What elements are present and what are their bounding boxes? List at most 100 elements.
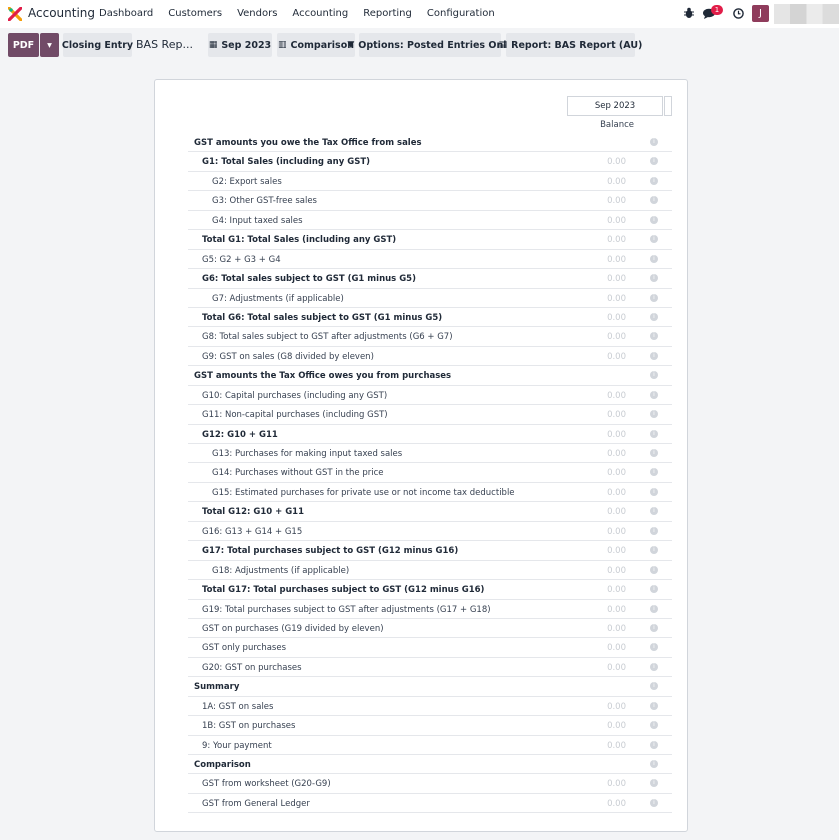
report-line-row[interactable]: G17: Total purchases subject to GST (G12… [188,541,672,561]
info-icon[interactable]: i [650,623,658,632]
menu-item-customers[interactable]: Customers [168,8,222,19]
report-line-row[interactable]: G12: G10 + G11 0.00 i [188,425,672,444]
info-icon[interactable]: i [650,604,658,613]
report-line-row[interactable]: Total G6: Total sales subject to GST (G1… [188,308,672,328]
info-icon[interactable]: i [650,196,658,205]
line-label[interactable]: G6: Total sales subject to GST (G1 minus… [202,274,416,284]
info-icon[interactable]: i [650,274,658,283]
report-line-row[interactable]: Total G12: G10 + G11 0.00 i [188,502,672,522]
report-line-row[interactable]: G13: Purchases for making input taxed sa… [188,444,672,464]
report-line-row[interactable]: G4: Input taxed sales 0.00 i [188,211,672,231]
line-label[interactable]: G2: Export sales [212,177,282,187]
line-balance[interactable]: 0.00 [607,741,626,751]
info-icon[interactable]: i [650,662,658,671]
line-label[interactable]: G11: Non-capital purchases (including GS… [202,410,388,420]
info-icon[interactable]: i [650,487,658,496]
report-line-row[interactable]: G3: Other GST-free sales 0.00 i [188,191,672,211]
line-label[interactable]: Total G12: G10 + G11 [202,507,304,517]
info-icon[interactable]: i [650,682,658,691]
line-label[interactable]: G7: Adjustments (if applicable) [212,294,344,304]
info-icon[interactable]: i [650,585,658,594]
line-balance[interactable]: 0.00 [607,488,626,498]
line-label[interactable]: G19: Total purchases subject to GST afte… [202,605,491,615]
date-filter-button[interactable]: ▦ Sep 2023 [208,33,272,57]
info-icon[interactable]: i [650,138,658,146]
info-icon[interactable]: i [650,779,658,788]
line-label[interactable]: G1: Total Sales (including any GST) [202,157,370,167]
app-logo-icon[interactable] [8,7,22,21]
report-selector-button[interactable]: ▤ Report: BAS Report (AU) [499,33,642,57]
line-label[interactable]: G20: GST on purchases [202,663,302,673]
report-line-row[interactable]: 9: Your payment 0.00 i [188,736,672,755]
line-label[interactable]: Total G1: Total Sales (including any GST… [202,235,396,245]
line-label[interactable]: G14: Purchases without GST in the price [212,468,384,478]
info-icon[interactable]: i [650,371,658,380]
line-label[interactable]: 1B: GST on purchases [202,721,295,731]
report-section-row[interactable]: GST amounts you owe the Tax Office from … [188,133,672,153]
line-balance[interactable]: 0.00 [607,799,626,809]
comparison-button[interactable]: ▥ Comparison [277,33,355,57]
line-balance[interactable]: 0.00 [607,157,626,167]
line-balance[interactable]: 0.00 [607,605,626,615]
report-line-row[interactable]: G19: Total purchases subject to GST afte… [188,600,672,619]
info-icon[interactable]: i [650,701,658,710]
line-balance[interactable]: 0.00 [607,391,626,401]
line-balance[interactable]: 0.00 [607,430,626,440]
info-icon[interactable]: i [650,429,658,438]
line-label[interactable]: G8: Total sales subject to GST after adj… [202,332,453,342]
line-label[interactable]: G10: Capital purchases (including any GS… [202,391,387,401]
bug-icon[interactable] [684,7,694,19]
line-balance[interactable]: 0.00 [607,546,626,556]
report-line-row[interactable]: G7: Adjustments (if applicable) 0.00 i [188,289,672,308]
menu-item-accounting[interactable]: Accounting [292,8,348,19]
line-label[interactable]: G5: G2 + G3 + G4 [202,255,281,265]
info-icon[interactable]: i [650,798,658,807]
line-balance[interactable]: 0.00 [607,702,626,712]
info-icon[interactable]: i [650,740,658,749]
line-label[interactable]: GST amounts the Tax Office owes you from… [194,371,451,381]
report-line-row[interactable]: GST from worksheet (G20-G9) 0.00 i [188,774,672,794]
report-line-row[interactable]: G18: Adjustments (if applicable) 0.00 i [188,561,672,581]
menu-item-configuration[interactable]: Configuration [427,8,495,19]
info-icon[interactable]: i [650,721,658,730]
line-balance[interactable]: 0.00 [607,352,626,362]
line-balance[interactable]: 0.00 [607,449,626,459]
pdf-button[interactable]: PDF [8,33,39,57]
info-icon[interactable]: i [650,643,658,652]
report-line-row[interactable]: G14: Purchases without GST in the price 0… [188,463,672,483]
report-section-row[interactable]: GST amounts the Tax Office owes you from… [188,366,672,386]
report-line-row[interactable]: G8: Total sales subject to GST after adj… [188,327,672,347]
line-balance[interactable]: 0.00 [607,624,626,634]
info-icon[interactable]: i [650,390,658,399]
line-balance[interactable]: 0.00 [607,507,626,517]
report-line-row[interactable]: G5: G2 + G3 + G4 0.00 i [188,250,672,270]
line-balance[interactable]: 0.00 [607,643,626,653]
line-balance[interactable]: 0.00 [607,468,626,478]
line-label[interactable]: G12: G10 + G11 [202,430,278,440]
line-balance[interactable]: 0.00 [607,313,626,323]
info-icon[interactable]: i [650,468,658,477]
info-icon[interactable]: i [650,235,658,244]
info-icon[interactable]: i [650,449,658,457]
report-line-row[interactable]: 1A: GST on sales 0.00 i [188,697,672,717]
line-label[interactable]: G3: Other GST-free sales [212,196,317,206]
report-line-row[interactable]: Total G1: Total Sales (including any GST… [188,230,672,250]
line-label[interactable]: Summary [194,682,239,692]
report-line-row[interactable]: GST from General Ledger 0.00 i [188,794,672,814]
line-balance[interactable]: 0.00 [607,196,626,206]
line-label[interactable]: G18: Adjustments (if applicable) [212,566,349,576]
line-balance[interactable]: 0.00 [607,527,626,537]
report-line-row[interactable]: GST only purchases 0.00 i [188,638,672,658]
line-label[interactable]: G16: G13 + G14 + G15 [202,527,302,537]
line-balance[interactable]: 0.00 [607,332,626,342]
info-icon[interactable]: i [650,760,658,768]
line-label[interactable]: Total G6: Total sales subject to GST (G1… [202,313,442,323]
info-icon[interactable]: i [650,507,658,516]
line-label[interactable]: G15: Estimated purchases for private use… [212,488,515,498]
line-balance[interactable]: 0.00 [607,177,626,187]
report-line-row[interactable]: G1: Total Sales (including any GST) 0.00 i [188,152,672,172]
menu-item-vendors[interactable]: Vendors [237,8,277,19]
line-label[interactable]: G9: GST on sales (G8 divided by eleven) [202,352,374,362]
line-balance[interactable]: 0.00 [607,274,626,284]
report-section-row[interactable]: Comparison i [188,755,672,775]
